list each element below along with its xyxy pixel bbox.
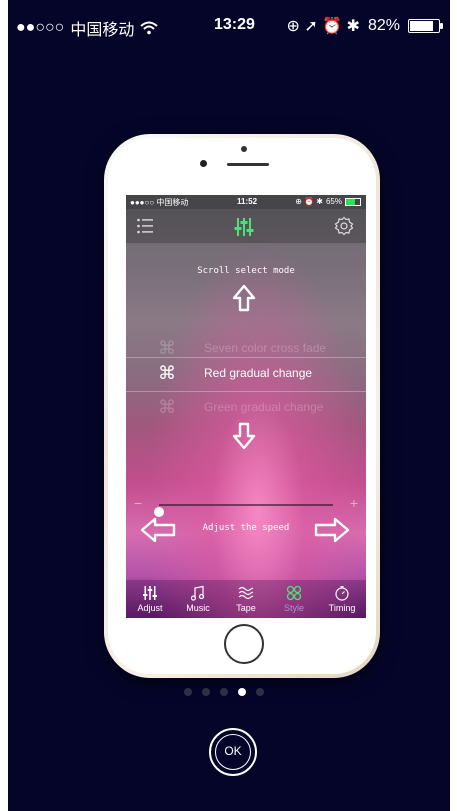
device-signal: ●●●○○ [130, 198, 155, 207]
page-dot[interactable] [256, 688, 264, 696]
page-dot[interactable] [220, 688, 228, 696]
device-status-left: ●●●○○ 中国移动 [130, 197, 188, 208]
mixer-icon[interactable] [233, 216, 255, 238]
speed-label: Adjust the speed [202, 523, 290, 533]
mode-option[interactable]: ⌘ Green gradual change [126, 392, 366, 422]
phone-mockup: ●●●○○ 中国移动 11:52 ⊕ ⏰ ✱ 65% Scroll select… [104, 134, 380, 678]
arrow-down-icon [232, 422, 256, 450]
app-display: ●●●○○ 中国移动 11:52 ⊕ ⏰ ✱ 65% Scroll select… [126, 195, 366, 618]
onboarding-screen: ●●○○○ 中国移动 13:29 ⊕ ➚ ⏰ ✱ 82% ●●●○○ 中国移动 … [8, 0, 450, 811]
tab-music[interactable]: Music [174, 580, 222, 618]
status-time: 13:29 [214, 16, 255, 33]
speed-increase[interactable]: + [350, 495, 358, 511]
status-right: ⊕ ➚ ⏰ ✱ 82% [286, 16, 443, 36]
tab-adjust[interactable]: Adjust [126, 580, 174, 618]
command-icon: ⌘ [158, 338, 176, 358]
phone-face: ●●●○○ 中国移动 11:52 ⊕ ⏰ ✱ 65% Scroll select… [108, 138, 376, 674]
device-status-right: ⊕ ⏰ ✱ 65% [295, 197, 361, 206]
carrier-name: 中国移动 [70, 22, 135, 39]
command-icon: ⌘ [158, 397, 176, 417]
speed-decrease[interactable]: − [134, 495, 142, 511]
page-dot[interactable] [202, 688, 210, 696]
mode-label: Green gradual change [204, 400, 324, 414]
speed-slider[interactable]: − + [126, 495, 366, 517]
slider-thumb[interactable] [154, 507, 164, 517]
gear-icon[interactable] [334, 216, 354, 236]
tab-timing[interactable]: Timing [318, 580, 366, 618]
ok-button-label: OK [215, 734, 251, 770]
battery-icon [408, 19, 443, 33]
menu-icon[interactable] [136, 217, 154, 235]
wifi-icon [140, 21, 159, 35]
command-icon: ⌘ [158, 363, 176, 383]
tab-label: Adjust [137, 603, 163, 613]
phone-microphone [241, 146, 247, 152]
page-dot[interactable] [184, 688, 192, 696]
battery-percent: 82% [367, 17, 400, 34]
app-nav-bar [126, 209, 366, 243]
status-indicators: ⊕ ➚ ⏰ ✱ [286, 18, 360, 35]
tab-label: Timing [328, 603, 356, 613]
music-note-icon [190, 585, 205, 601]
device-time: 11:52 [237, 197, 258, 206]
slider-track[interactable] [154, 504, 333, 517]
device-indicators: ⊕ ⏰ ✱ [295, 197, 323, 206]
tab-style[interactable]: Style [270, 580, 318, 618]
device-status-bar: ●●●○○ 中国移动 11:52 ⊕ ⏰ ✱ 65% [126, 195, 366, 209]
phone-speaker [227, 163, 269, 166]
phone-camera [200, 160, 207, 167]
timer-icon [335, 586, 349, 601]
tab-bar: Adjust Music Tape Style Timing [126, 580, 366, 618]
mode-label: Seven color cross fade [204, 341, 327, 355]
mixer-icon [143, 586, 157, 600]
status-bar: ●●○○○ 中国移动 13:29 ⊕ ➚ ⏰ ✱ 82% [8, 10, 450, 40]
waves-icon [238, 586, 254, 600]
page-indicator [184, 688, 264, 696]
device-carrier: 中国移动 [156, 198, 189, 207]
home-button [224, 624, 264, 664]
device-battery-percent: 65% [325, 197, 342, 206]
page-dot[interactable] [238, 688, 246, 696]
mode-label: Red gradual change [204, 366, 313, 380]
status-left: ●●○○○ 中国移动 [16, 16, 159, 40]
tab-tape[interactable]: Tape [222, 580, 270, 618]
style-icon [286, 585, 302, 601]
tab-label: Tape [236, 603, 256, 613]
tab-label: Style [283, 603, 304, 613]
tab-label: Music [186, 603, 210, 613]
arrow-left-icon[interactable] [140, 517, 176, 543]
mode-option-selected[interactable]: ⌘ Red gradual change [126, 357, 366, 392]
arrow-right-icon[interactable] [314, 517, 350, 543]
scroll-hint-text: Scroll select mode [197, 266, 295, 276]
ok-button[interactable]: OK [209, 728, 257, 776]
device-battery-icon [345, 197, 361, 206]
arrow-up-icon [232, 284, 256, 312]
signal-strength: ●●○○○ [16, 19, 65, 36]
